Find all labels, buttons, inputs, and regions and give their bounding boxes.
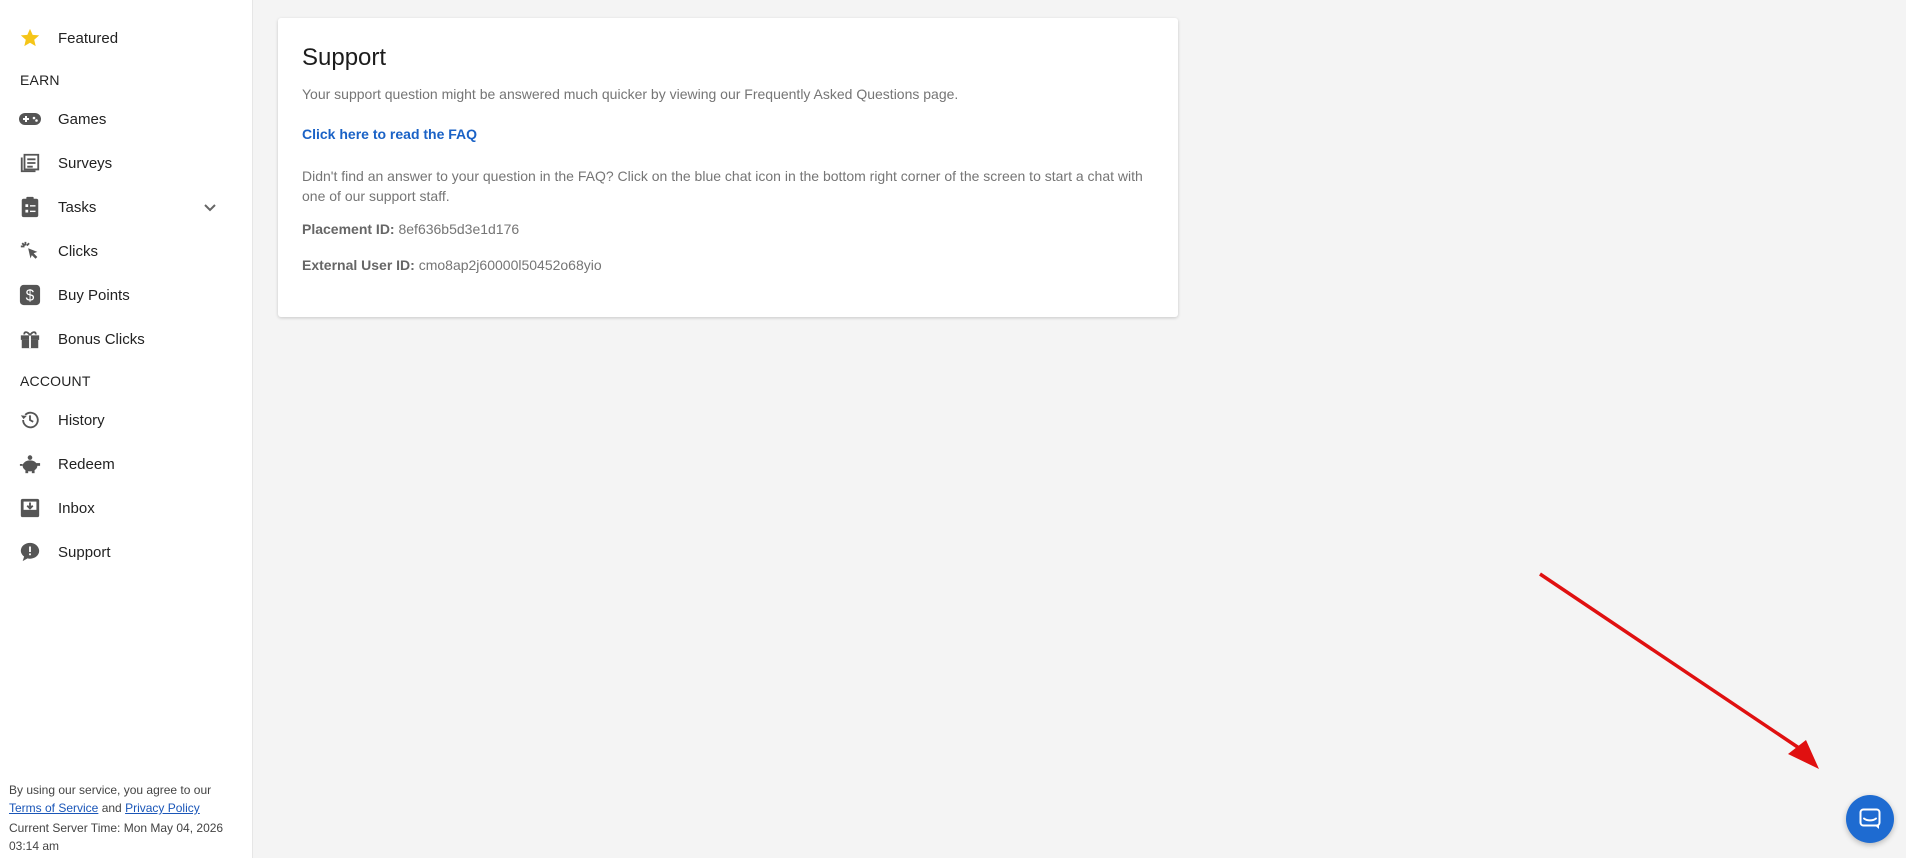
sidebar-item-buy-points[interactable]: $ Buy Points <box>0 275 252 315</box>
gamepad-icon <box>18 108 42 130</box>
sidebar-item-label: Support <box>58 543 111 561</box>
sidebar-item-label: Surveys <box>58 154 113 172</box>
sidebar-item-redeem[interactable]: Redeem <box>0 444 252 484</box>
chat-bubble-icon <box>1858 807 1882 831</box>
sidebar-item-label: Redeem <box>58 455 115 473</box>
external-user-id-label: External User ID: <box>302 257 415 273</box>
chevron-down-icon[interactable] <box>202 199 218 215</box>
sidebar-item-label: Featured <box>58 29 119 47</box>
star-icon <box>18 27 42 49</box>
sidebar-item-bonus-clicks[interactable]: Bonus Clicks <box>0 319 252 359</box>
privacy-policy-link[interactable]: Privacy Policy <box>125 801 200 815</box>
chat-launcher-button[interactable] <box>1846 795 1894 843</box>
external-user-id: External User ID: cmo8ap2j60000l50452o68… <box>302 257 602 273</box>
red-arrow-annotation <box>1530 570 1830 775</box>
sidebar-item-tasks[interactable]: Tasks <box>0 187 252 227</box>
inbox-icon <box>18 497 42 519</box>
server-time: Current Server Time: Mon May 04, 2026 <box>9 821 224 835</box>
faq-link[interactable]: Click here to read the FAQ <box>302 126 477 142</box>
sidebar-item-support[interactable]: Support <box>0 532 252 572</box>
sidebar-item-label: Tasks <box>58 198 97 216</box>
gift-icon <box>18 328 42 350</box>
placement-id: Placement ID: 8ef636b5d3e1d176 <box>302 221 519 237</box>
terms-links: Terms of Service and Privacy Policy <box>9 801 200 815</box>
sidebar-item-games[interactable]: Games <box>0 99 252 139</box>
sidebar-item-label: Inbox <box>58 499 95 517</box>
sidebar-item-history[interactable]: History <box>0 400 252 440</box>
sidebar-item-label: Buy Points <box>58 286 130 304</box>
external-user-id-value: cmo8ap2j60000l50452o68yio <box>418 257 602 273</box>
surveys-icon <box>18 152 42 174</box>
sidebar-item-label: Clicks <box>58 242 98 260</box>
sidebar-item-featured[interactable]: Featured <box>0 18 252 58</box>
section-header-earn: EARN <box>20 72 60 88</box>
sidebar-item-label: Bonus Clicks <box>58 330 145 348</box>
svg-text:$: $ <box>26 288 35 305</box>
server-time-clock: 03:14 am <box>9 839 60 853</box>
clipboard-icon <box>18 196 42 218</box>
sidebar-footer: By using our service, you agree to our T… <box>9 781 245 855</box>
support-intro-text: Your support question might be answered … <box>302 86 959 102</box>
terms-of-service-link[interactable]: Terms of Service <box>9 801 98 815</box>
piggy-bank-icon <box>18 453 42 475</box>
feedback-icon <box>18 541 42 563</box>
placement-id-label: Placement ID: <box>302 221 395 237</box>
terms-agreement-text: By using our service, you agree to our <box>9 783 212 797</box>
dollar-icon: $ <box>18 284 42 306</box>
history-icon <box>18 409 42 431</box>
sidebar: Featured EARN Games Surveys Tasks Clicks… <box>0 0 253 858</box>
cursor-click-icon <box>18 240 42 262</box>
support-card: Support Your support question might be a… <box>278 18 1178 317</box>
section-header-account: ACCOUNT <box>20 373 91 389</box>
placement-id-value: 8ef636b5d3e1d176 <box>398 221 520 237</box>
sidebar-item-surveys[interactable]: Surveys <box>0 143 252 183</box>
sidebar-item-inbox[interactable]: Inbox <box>0 488 252 528</box>
page-title: Support <box>302 44 387 71</box>
sidebar-item-label: History <box>58 411 105 429</box>
sidebar-item-label: Games <box>58 110 107 128</box>
chat-help-text: Didn't find an answer to your question i… <box>302 168 1143 204</box>
sidebar-item-clicks[interactable]: Clicks <box>0 231 252 271</box>
